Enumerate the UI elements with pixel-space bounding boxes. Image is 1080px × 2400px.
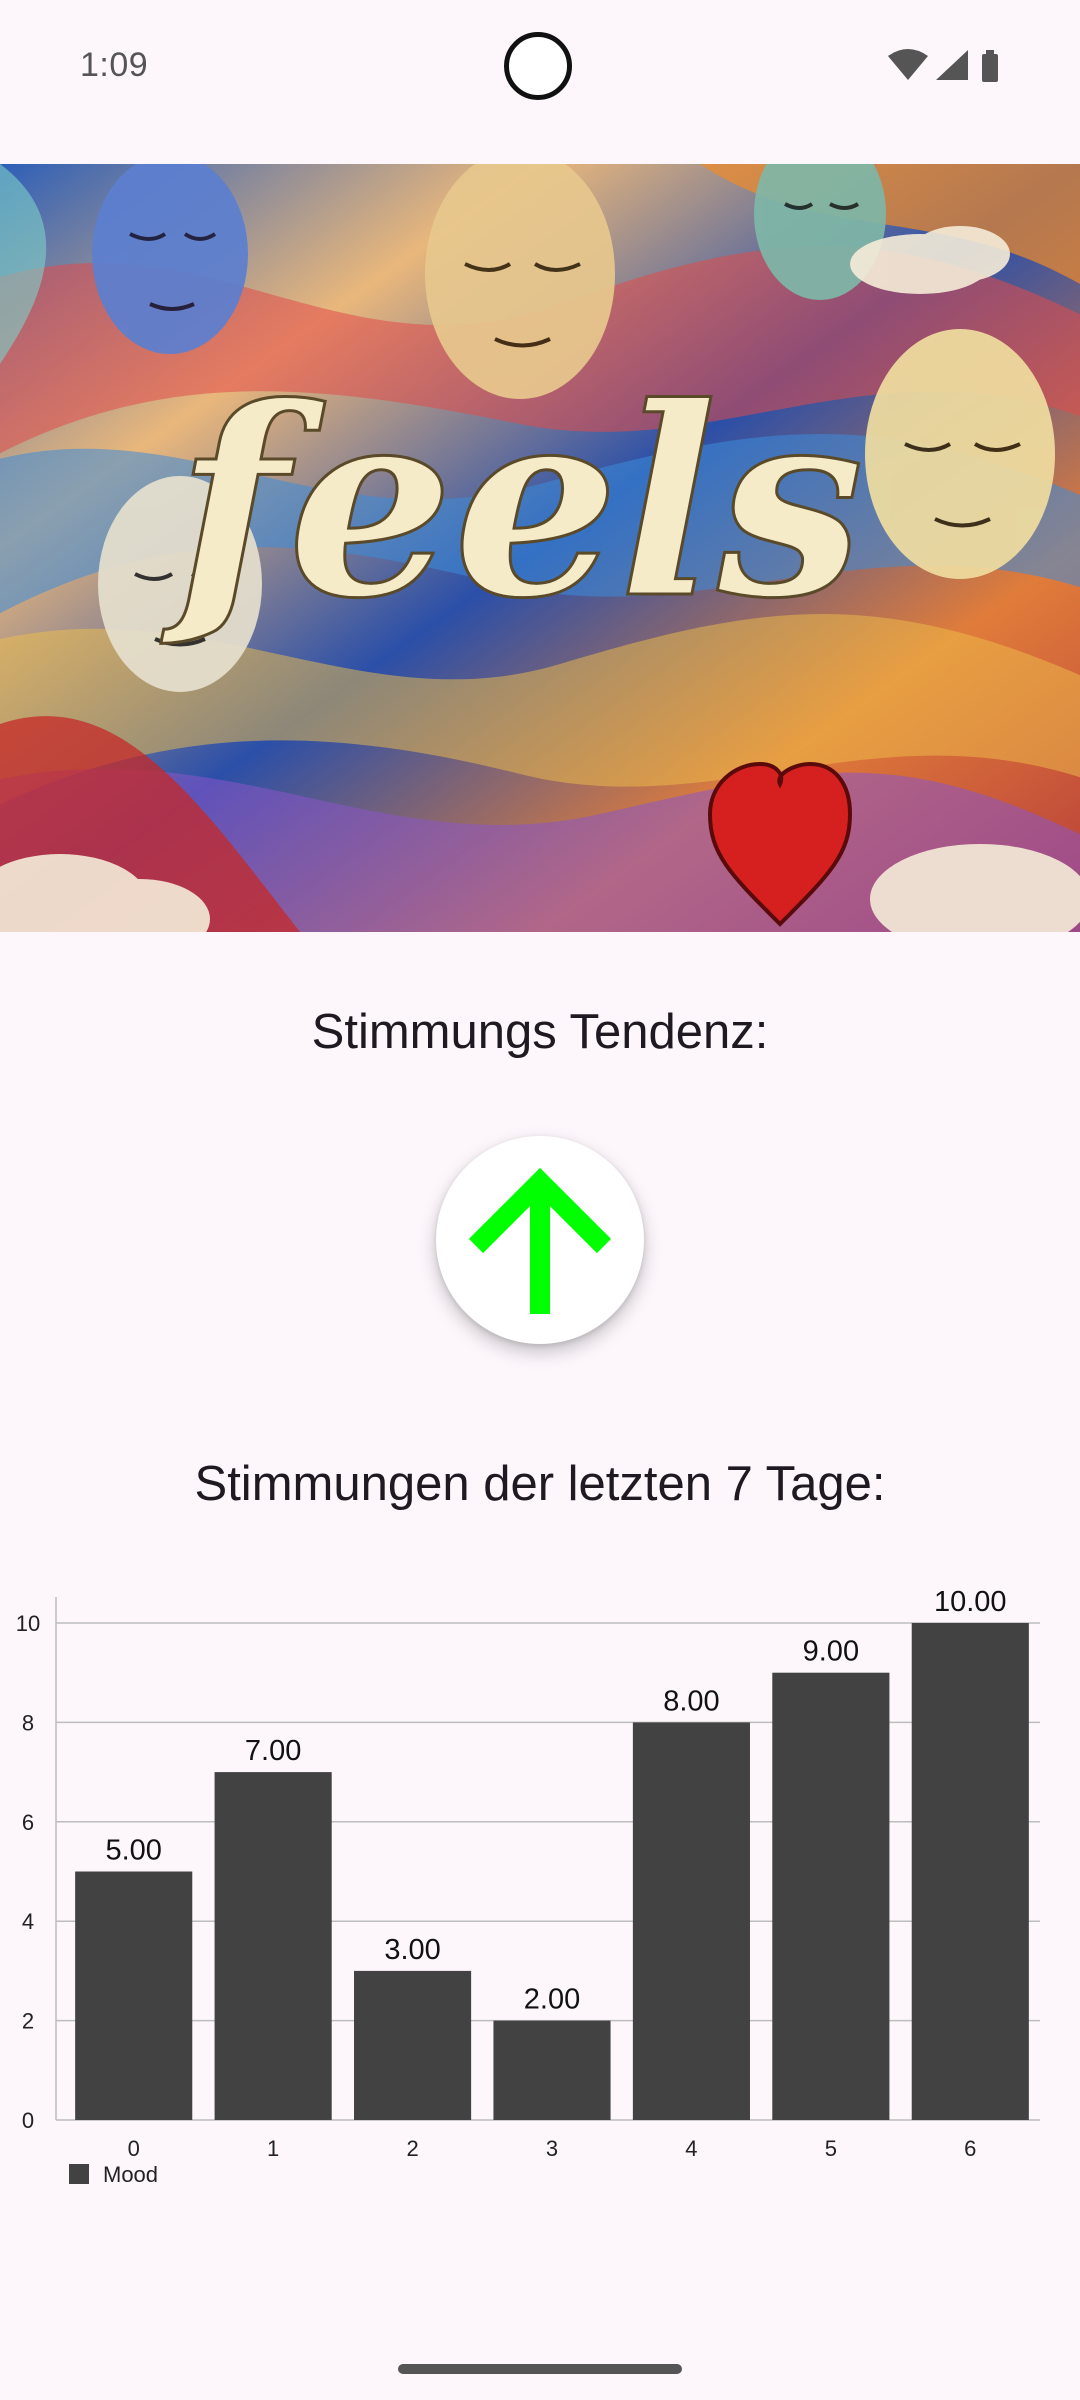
x-tick-label: 1 [267,2136,279,2161]
wifi-icon [888,49,928,80]
trend-title: Stimmungs Tendenz: [311,1005,769,1059]
mood-bar-chart: 0 2 4 6 8 10 5.00 0 7.00 1 3.00 2 2.00 3 8.00 4 9.00 5 10.… [0,1560,1080,2200]
x-tick-label: 3 [546,2136,558,2161]
y-tick-label: 6 [22,1810,34,1835]
bar-6 [911,1623,1029,2120]
arrow-up-icon [468,1167,612,1314]
legend-swatch [69,2164,89,2184]
trend-button[interactable] [436,1136,644,1344]
status-bar: 1:09 [0,0,1080,140]
bar-value-label: 9.00 [803,1636,859,1668]
x-tick-label: 4 [685,2136,697,2161]
y-tick-label: 8 [22,1710,34,1735]
cell-signal-icon [936,50,968,80]
bar-1 [214,1772,332,2120]
bar-value-label: 3.00 [384,1934,440,1966]
x-tick-label: 0 [128,2136,140,2161]
banner-illustration: feels [0,164,1080,932]
bar-value-label: 5.00 [105,1835,161,1867]
x-tick-label: 2 [406,2136,418,2161]
camera-cutout [504,32,572,100]
battery-icon [982,50,998,82]
bar-value-label: 7.00 [245,1735,301,1767]
y-tick-label: 2 [22,2009,34,2034]
y-tick-label: 10 [16,1611,40,1636]
chart-svg: 0 2 4 6 8 10 5.00 0 7.00 1 3.00 2 2.00 3 8.00 4 9.00 5 10.… [16,1586,1040,2187]
bar-value-label: 2.00 [524,1984,580,2016]
bar-0 [75,1871,193,2120]
y-tick-label: 4 [22,1909,34,1934]
bar-value-label: 10.00 [934,1586,1007,1618]
x-tick-label: 6 [964,2136,976,2161]
home-indicator[interactable] [398,2364,682,2374]
status-time: 1:09 [80,46,149,84]
bar-value-label: 8.00 [663,1685,719,1717]
feels-logo-text: feels [160,351,864,656]
legend-label: Mood [103,2162,158,2187]
chart-title: Stimmungen der letzten 7 Tage: [194,1457,886,1511]
bar-3 [493,2020,611,2120]
status-icons [886,46,1010,86]
bar-4 [632,1722,750,2120]
y-tick-label: 0 [22,2108,34,2133]
bar-2 [354,1970,472,2120]
x-tick-label: 5 [825,2136,837,2161]
feels-banner: feels [0,164,1080,932]
bar-5 [772,1672,890,2120]
